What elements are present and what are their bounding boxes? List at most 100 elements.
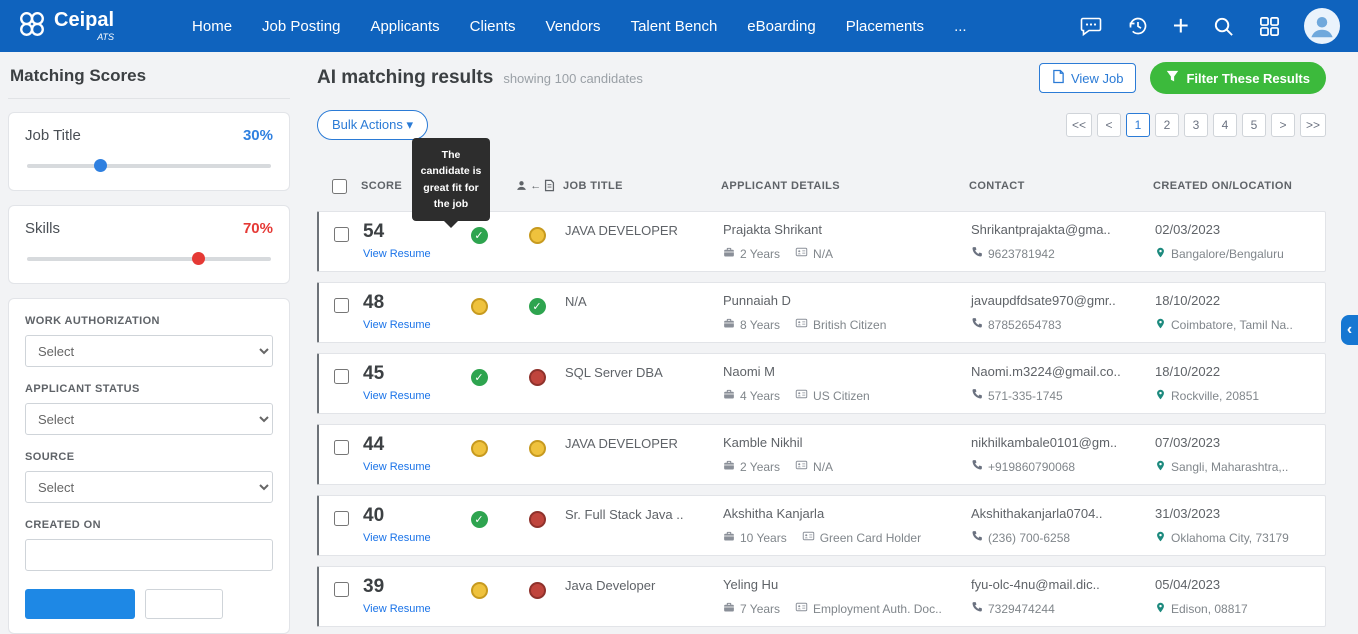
view-resume-link[interactable]: View Resume (363, 603, 431, 615)
view-resume-link[interactable]: View Resume (363, 390, 431, 402)
sidebar-reset-button[interactable] (145, 589, 223, 619)
row-checkbox[interactable] (334, 298, 349, 313)
view-job-button[interactable]: View Job (1039, 63, 1137, 93)
row-checkbox[interactable] (334, 440, 349, 455)
page-3-button[interactable]: 3 (1184, 113, 1208, 137)
work-authorization-select[interactable]: Select (25, 335, 273, 367)
job-fit-indicator (471, 440, 488, 457)
work-authorization: British Citizen (813, 318, 886, 332)
nav-item-applicants[interactable]: Applicants (370, 18, 439, 35)
user-avatar[interactable] (1304, 8, 1340, 44)
filter-results-button[interactable]: Filter These Results (1150, 62, 1326, 94)
applicant-status-select[interactable]: Select (25, 403, 273, 435)
applicant-phone: 87852654783 (988, 318, 1061, 332)
applicant-phone: 571-335-1745 (988, 389, 1063, 403)
nav-item-placements[interactable]: Placements (846, 18, 924, 35)
table-row[interactable]: 40 View Resume Sr. Full Stack Java .. Ak… (317, 495, 1326, 556)
nav-item-talent-bench[interactable]: Talent Bench (631, 18, 718, 35)
table-row[interactable]: 44 View Resume JAVA DEVELOPER Kamble Nik… (317, 424, 1326, 485)
source-select[interactable]: Select (25, 471, 273, 503)
page-4-button[interactable]: 4 (1213, 113, 1237, 137)
header-applicant-details: APPLICANT DETAILS (721, 180, 969, 192)
matching-scores-panel: Matching Scores Job Title 30% Skills 70%… (0, 52, 300, 585)
row-checkbox[interactable] (334, 227, 349, 242)
header-created-location: CREATED ON/LOCATION (1153, 180, 1326, 192)
page-2-button[interactable]: 2 (1155, 113, 1179, 137)
phone-icon (971, 530, 983, 545)
applicant-phone: 7329474244 (988, 602, 1055, 616)
arrow-left-icon: ← (530, 180, 541, 192)
select-all-checkbox[interactable] (332, 179, 347, 194)
row-checkbox[interactable] (334, 511, 349, 526)
filter-funnel-icon (1166, 70, 1179, 86)
briefcase-icon (723, 459, 735, 474)
page-next-button[interactable]: > (1271, 113, 1295, 137)
page-first-button[interactable]: << (1066, 113, 1092, 137)
applicant-name: Akshitha Kanjarla (723, 506, 971, 521)
row-job-title: Java Developer (565, 578, 655, 593)
table-row[interactable]: 45 View Resume SQL Server DBA Naomi M 4 … (317, 353, 1326, 414)
source-label: SOURCE (25, 451, 273, 463)
header-job-title: JOB TITLE (563, 180, 721, 192)
match-score: 45 (363, 364, 449, 385)
job-title-slider-handle[interactable] (94, 159, 107, 172)
search-icon[interactable] (1212, 15, 1235, 38)
skills-label: Skills (25, 220, 60, 237)
nav-item-eboarding[interactable]: eBoarding (747, 18, 815, 35)
bulk-actions-button[interactable]: Bulk Actions ▾ (317, 110, 428, 140)
applicant-email: Shrikantprajakta@gma.. (971, 222, 1155, 237)
chat-icon[interactable] (1079, 14, 1103, 38)
applicant-email: Naomi.m3224@gmail.co.. (971, 364, 1155, 379)
row-checkbox[interactable] (334, 582, 349, 597)
table-row[interactable]: 39 View Resume Java Developer Yeling Hu … (317, 566, 1326, 627)
document-icon (1052, 69, 1065, 87)
match-score: 40 (363, 506, 449, 527)
work-authorization-label: WORK AUTHORIZATION (25, 315, 273, 327)
row-checkbox[interactable] (334, 369, 349, 384)
apps-grid-icon[interactable] (1258, 15, 1281, 38)
nav-item-clients[interactable]: Clients (470, 18, 516, 35)
work-authorization: N/A (813, 460, 833, 474)
work-auth-icon (795, 317, 808, 332)
skills-slider[interactable] (27, 257, 271, 261)
ceipal-logo-icon (18, 10, 46, 43)
top-navbar: Ceipal ATS Home Job Posting Applicants C… (0, 0, 1358, 52)
view-resume-link[interactable]: View Resume (363, 532, 431, 544)
page-prev-button[interactable]: < (1097, 113, 1121, 137)
nav-menu: Home Job Posting Applicants Clients Vend… (192, 18, 967, 35)
caret-down-icon: ▾ (406, 117, 413, 132)
chevron-left-icon: ‹ (1347, 321, 1352, 339)
applicant-location: Bangalore/Bengaluru (1171, 247, 1284, 261)
page-5-button[interactable]: 5 (1242, 113, 1266, 137)
nav-item-job-posting[interactable]: Job Posting (262, 18, 340, 35)
briefcase-icon (723, 246, 735, 261)
sidebar-apply-button[interactable] (25, 589, 135, 619)
location-pin-icon (1155, 459, 1166, 475)
skills-slider-handle[interactable] (192, 252, 205, 265)
applicant-phone: +919860790068 (988, 460, 1075, 474)
briefcase-icon (723, 601, 735, 616)
nav-item-home[interactable]: Home (192, 18, 232, 35)
nav-item-more[interactable]: ... (954, 18, 967, 35)
experience-years: 7 Years (740, 602, 780, 616)
created-on-input[interactable] (25, 539, 273, 571)
history-icon[interactable] (1126, 14, 1150, 38)
job-title-slider[interactable] (27, 164, 271, 168)
page-last-button[interactable]: >> (1300, 113, 1326, 137)
created-date: 07/03/2023 (1155, 435, 1325, 450)
brand[interactable]: Ceipal ATS (18, 10, 114, 43)
collapse-panel-chevron[interactable]: ‹ (1341, 315, 1358, 345)
row-job-title: Sr. Full Stack Java .. (565, 507, 684, 522)
view-resume-link[interactable]: View Resume (363, 319, 431, 331)
page-1-button[interactable]: 1 (1126, 113, 1150, 137)
view-resume-link[interactable]: View Resume (363, 248, 431, 260)
nav-item-vendors[interactable]: Vendors (546, 18, 601, 35)
location-pin-icon (1155, 388, 1166, 404)
view-resume-link[interactable]: View Resume (363, 461, 431, 473)
add-new-icon[interactable]: + (1173, 12, 1189, 40)
table-row[interactable]: 48 View Resume N/A Punnaiah D 8 Years Br… (317, 282, 1326, 343)
experience-years: 2 Years (740, 460, 780, 474)
header-contact: CONTACT (969, 180, 1153, 192)
table-body: 54 View Resume JAVA DEVELOPER Prajakta S… (317, 211, 1326, 627)
created-date: 18/10/2022 (1155, 293, 1325, 308)
